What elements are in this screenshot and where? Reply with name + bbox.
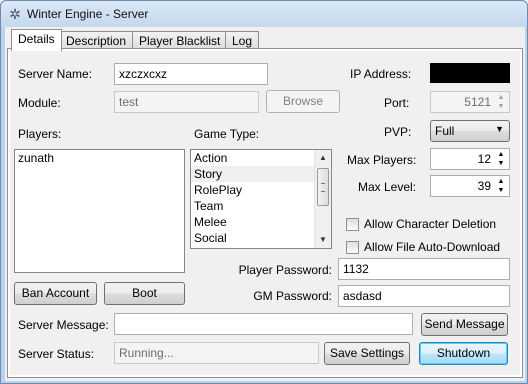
max-players-label: Max Players: [347, 153, 417, 167]
title-bar[interactable]: ✲ Winter Engine - Server [1, 1, 527, 27]
game-type-story[interactable]: Story [191, 166, 331, 182]
server-status-field: Running... [114, 342, 319, 364]
server-message-input[interactable] [114, 313, 413, 335]
players-list[interactable]: zunath [14, 149, 185, 273]
player-password-input[interactable]: 1132 [338, 258, 510, 280]
browse-button[interactable]: Browse [266, 90, 340, 113]
send-message-button[interactable]: Send Message [421, 313, 508, 336]
server-status-label: Server Status: [18, 347, 95, 361]
scroll-thumb[interactable] [317, 168, 329, 206]
pvp-select[interactable]: Full ▼ [430, 120, 510, 142]
window-client: Details Description Player Blacklist Log… [5, 27, 525, 381]
server-window: ✲ Winter Engine - Server Details Descrip… [0, 0, 528, 384]
scroll-up-icon[interactable]: ▲ [315, 150, 331, 166]
game-type-action[interactable]: Action [191, 150, 331, 166]
port-spinner: 5121 ▲ ▼ [430, 91, 510, 113]
max-players-value: 12 [477, 152, 491, 166]
window-title: Winter Engine - Server [27, 7, 149, 21]
pvp-label: PVP: [384, 125, 412, 139]
scroll-down-icon[interactable]: ▼ [315, 232, 331, 248]
allow-file-auto-download-label: Allow File Auto-Download [364, 240, 501, 254]
server-name-label: Server Name: [18, 67, 93, 81]
spinner-arrows-icon: ▲ ▼ [497, 94, 505, 110]
boot-button[interactable]: Boot [104, 282, 185, 305]
max-players-spinner[interactable]: 12 ▲ ▼ [430, 148, 510, 170]
dropdown-arrow-icon: ▼ [495, 124, 504, 134]
max-level-value: 39 [477, 179, 491, 193]
port-label: Port: [384, 96, 410, 110]
ban-account-button[interactable]: Ban Account [14, 282, 97, 305]
game-type-label: Game Type: [194, 127, 260, 141]
tab-details[interactable]: Details [11, 29, 62, 51]
gm-password-label: GM Password: [253, 289, 332, 303]
pvp-value: Full [435, 124, 455, 138]
server-name-input[interactable]: xzczxcxz [114, 63, 268, 85]
snowflake-icon: ✲ [9, 6, 21, 22]
module-label: Module: [18, 96, 61, 110]
spinner-arrows-icon[interactable]: ▲ ▼ [494, 177, 508, 195]
checkbox-box[interactable] [346, 218, 359, 231]
ip-address-field [430, 63, 510, 83]
details-panel: Server Name: xzczxcxz IP Address: Module… [7, 48, 523, 378]
spinner-arrows-icon[interactable]: ▲ ▼ [494, 150, 508, 168]
max-level-label: Max Level: [358, 180, 417, 194]
game-type-social[interactable]: Social [191, 230, 331, 246]
port-value: 5121 [464, 95, 491, 109]
gm-password-input[interactable]: asdasd [338, 285, 510, 307]
server-message-label: Server Message: [18, 318, 109, 332]
allow-character-deletion-checkbox[interactable]: Allow Character Deletion [346, 217, 516, 233]
game-type-melee[interactable]: Melee [191, 214, 331, 230]
details-content: Server Name: xzczxcxz IP Address: Module… [10, 51, 520, 375]
ip-address-label: IP Address: [350, 67, 412, 81]
shutdown-button[interactable]: Shutdown [419, 342, 508, 365]
module-input: test [114, 91, 259, 113]
game-type-scrollbar[interactable]: ▲ ▼ [314, 150, 331, 248]
max-level-spinner[interactable]: 39 ▲ ▼ [430, 175, 510, 197]
allow-file-auto-download-checkbox[interactable]: Allow File Auto-Download [346, 240, 516, 256]
checkbox-box[interactable] [346, 241, 359, 254]
game-type-roleplay[interactable]: RolePlay [191, 182, 331, 198]
game-type-list[interactable]: Action Story RolePlay Team Melee Social … [190, 149, 332, 249]
players-label: Players: [18, 127, 62, 141]
player-password-label: Player Password: [238, 263, 332, 277]
allow-character-deletion-label: Allow Character Deletion [364, 217, 497, 231]
game-type-team[interactable]: Team [191, 198, 331, 214]
player-item[interactable]: zunath [15, 150, 184, 166]
save-settings-button[interactable]: Save Settings [324, 342, 410, 365]
